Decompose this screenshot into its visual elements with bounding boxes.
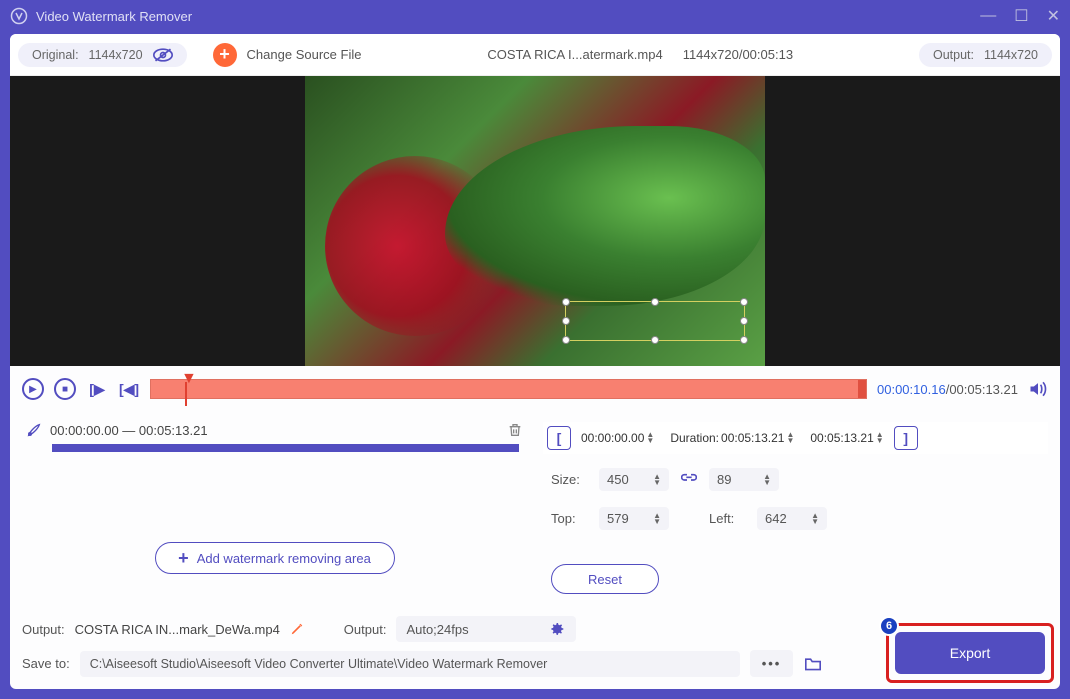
current-time: 00:00:10.16 [877, 382, 946, 397]
original-res: 1144x720 [89, 48, 143, 62]
properties-panel: [ 00:00:00.00 ▲▼ Duration:00:05:13.21 ▲▼… [543, 418, 1048, 610]
set-end-button[interactable]: ] [894, 426, 918, 450]
video-preview[interactable] [10, 76, 1060, 366]
clip-progress-bar [52, 444, 519, 452]
output-file-label: Output: [22, 622, 65, 637]
set-start-button[interactable]: [ [547, 426, 571, 450]
spinner-icon[interactable]: ▲▼ [811, 513, 819, 525]
width-input[interactable]: 450 ▲▼ [599, 468, 669, 491]
browse-button[interactable]: ••• [750, 650, 794, 677]
resize-handle[interactable] [651, 336, 659, 344]
topbar: Original: 1144x720 + Change Source File … [10, 34, 1060, 76]
spinner-icon[interactable]: ▲▼ [786, 432, 794, 444]
playhead-marker[interactable]: ▼ [181, 370, 197, 388]
resize-handle[interactable] [740, 317, 748, 325]
output-res: 1144x720 [984, 48, 1038, 62]
save-to-label: Save to: [22, 656, 70, 671]
clips-panel: 00:00:00.00 — 00:05:13.21 + Add watermar… [22, 418, 527, 610]
duration-input[interactable]: Duration:00:05:13.21 ▲▼ [664, 429, 800, 447]
output-resolution-pill: Output: 1144x720 [919, 43, 1052, 67]
maximize-button[interactable]: ☐ [1014, 6, 1028, 26]
export-highlight: 6 Export [886, 623, 1054, 683]
spinner-icon[interactable]: ▲▼ [876, 432, 884, 444]
prev-frame-button[interactable]: [▶ [86, 378, 108, 400]
top-input[interactable]: 579 ▲▼ [599, 507, 669, 530]
brush-icon [26, 422, 42, 438]
spinner-icon[interactable]: ▲▼ [653, 474, 661, 486]
output-label: Output: [933, 48, 974, 62]
file-meta: 1144x720/00:05:13 [683, 47, 793, 62]
play-button[interactable]: ▶ [22, 378, 44, 400]
volume-icon[interactable] [1028, 380, 1048, 398]
save-path-field[interactable]: C:\Aiseesoft Studio\Aiseesoft Video Conv… [80, 651, 740, 677]
app-title: Video Watermark Remover [36, 9, 192, 24]
format-label: Output: [344, 622, 387, 637]
minimize-button[interactable]: — [980, 7, 996, 25]
app-logo-icon [10, 7, 28, 25]
format-select[interactable]: Auto;24fps [396, 616, 576, 642]
spinner-icon[interactable]: ▲▼ [763, 474, 771, 486]
size-row: Size: 450 ▲▼ 89 ▲▼ [543, 466, 1048, 493]
delete-clip-icon[interactable] [507, 422, 523, 438]
resize-handle[interactable] [740, 336, 748, 344]
open-folder-icon[interactable] [803, 656, 823, 672]
spinner-icon[interactable]: ▲▼ [646, 432, 654, 444]
link-aspect-icon[interactable] [681, 473, 697, 487]
stop-button[interactable]: ■ [54, 378, 76, 400]
top-label: Top: [551, 511, 587, 526]
reset-button[interactable]: Reset [551, 564, 659, 594]
position-row: Top: 579 ▲▼ Left: 642 ▲▼ [543, 505, 1048, 532]
resize-handle[interactable] [562, 317, 570, 325]
time-display: 00:00:10.16/00:05:13.21 [877, 382, 1018, 397]
export-button[interactable]: Export [895, 632, 1045, 674]
left-input[interactable]: 642 ▲▼ [757, 507, 827, 530]
step-badge: 6 [879, 616, 899, 636]
output-filename: COSTA RICA IN...mark_DeWa.mp4 [75, 622, 280, 637]
left-label: Left: [709, 511, 745, 526]
rename-icon[interactable] [290, 622, 304, 636]
end-time-input[interactable]: 00:05:13.21 ▲▼ [804, 429, 889, 447]
start-time-input[interactable]: 00:00:00.00 ▲▼ [575, 429, 660, 447]
preview-toggle-icon[interactable] [153, 48, 173, 62]
spinner-icon[interactable]: ▲▼ [653, 513, 661, 525]
size-label: Size: [551, 472, 587, 487]
original-label: Original: [32, 48, 79, 62]
resize-handle[interactable] [562, 298, 570, 306]
close-button[interactable]: ✕ [1047, 6, 1060, 26]
next-frame-button[interactable]: [◀] [118, 378, 140, 400]
gear-icon[interactable] [550, 621, 566, 637]
time-range-row: [ 00:00:00.00 ▲▼ Duration:00:05:13.21 ▲▼… [543, 422, 1048, 454]
height-input[interactable]: 89 ▲▼ [709, 468, 779, 491]
titlebar: Video Watermark Remover — ☐ ✕ [0, 0, 1070, 32]
timeline-slider[interactable]: ▼ [150, 379, 867, 399]
add-watermark-area-button[interactable]: + Add watermark removing area [155, 542, 395, 574]
resize-handle[interactable] [651, 298, 659, 306]
add-source-button[interactable]: + [213, 43, 237, 67]
playback-controls: ▶ ■ [▶ [◀] ▼ 00:00:10.16/00:05:13.21 [10, 366, 1060, 412]
bottom-bar: Output: COSTA RICA IN...mark_DeWa.mp4 Ou… [10, 610, 1060, 689]
original-resolution-pill: Original: 1144x720 [18, 43, 187, 67]
current-filename: COSTA RICA I...atermark.mp4 [487, 47, 662, 62]
clip-range-text: 00:00:00.00 — 00:05:13.21 [50, 423, 499, 438]
change-source-label[interactable]: Change Source File [247, 47, 362, 62]
watermark-selection-box[interactable] [565, 301, 745, 341]
clip-row[interactable]: 00:00:00.00 — 00:05:13.21 [22, 418, 527, 442]
resize-handle[interactable] [562, 336, 570, 344]
resize-handle[interactable] [740, 298, 748, 306]
total-time: 00:05:13.21 [949, 382, 1018, 397]
